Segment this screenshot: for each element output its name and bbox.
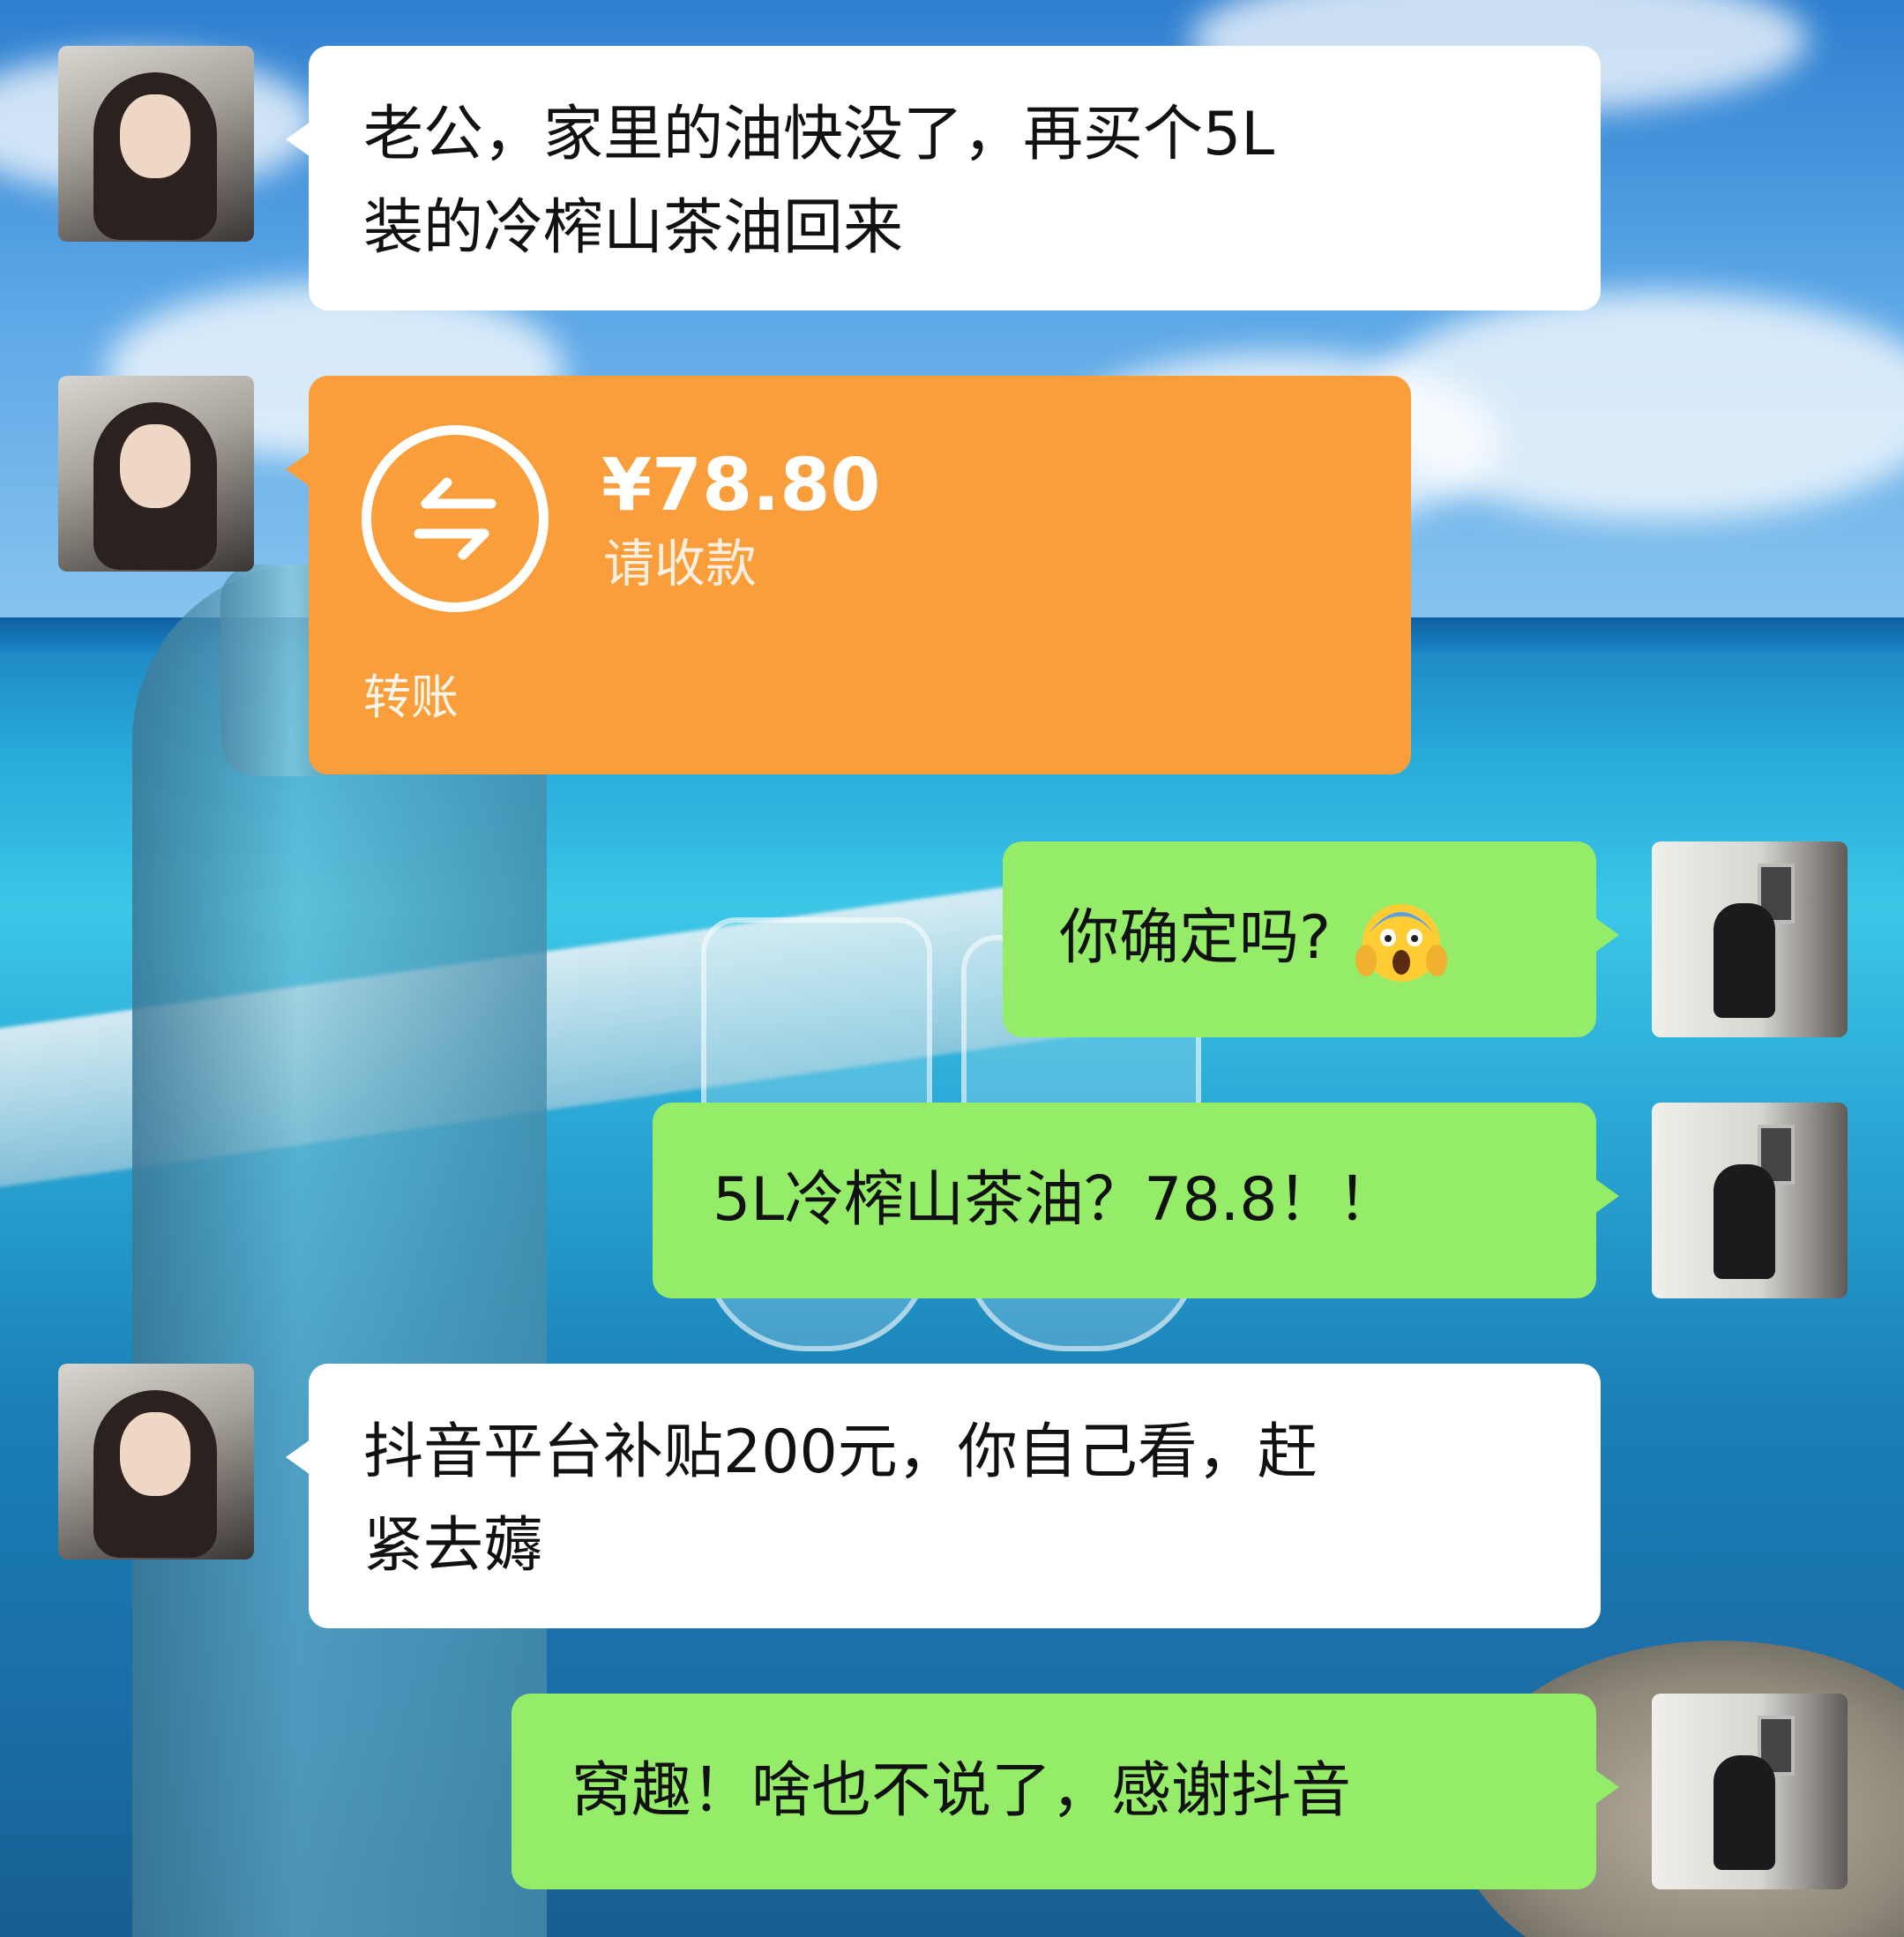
screaming-face-emoji-icon	[1355, 895, 1448, 987]
avatar-face	[120, 94, 190, 178]
contact-avatar[interactable]	[58, 376, 254, 572]
incoming-message-bubble[interactable]: 抖音平台补贴200元，你自己看，赶 紧去薅	[286, 1364, 1601, 1628]
contact-avatar[interactable]	[58, 1364, 254, 1559]
message-text: 老公，家里的油快没了，再买个5L 装的冷榨山茶油回来	[363, 100, 1275, 263]
message-text: 抖音平台补贴200元，你自己看，赶 紧去薅	[363, 1417, 1318, 1581]
avatar-face	[120, 424, 190, 508]
transfer-label: 转账	[363, 669, 459, 725]
message-text: 5L冷榨山茶油？78.8！！	[713, 1165, 1398, 1235]
avatar-person	[1714, 1164, 1775, 1279]
my-avatar[interactable]	[1652, 1694, 1848, 1889]
transfer-arrows-icon	[362, 425, 549, 612]
message-text: 你确定吗?	[1059, 903, 1332, 973]
my-avatar[interactable]	[1652, 1103, 1848, 1298]
contact-avatar[interactable]	[58, 46, 254, 242]
transfer-amount: ¥78.80	[601, 444, 881, 527]
transfer-status: 请收款	[603, 534, 758, 594]
outgoing-message-bubble[interactable]: 窝趣！啥也不说了，感谢抖音	[511, 1694, 1619, 1889]
transfer-card[interactable]: ¥78.80 请收款 转账	[286, 376, 1411, 774]
outgoing-message-bubble[interactable]: 5L冷榨山茶油？78.8！！	[653, 1103, 1619, 1298]
message-text-row: 你确定吗?	[1059, 892, 1448, 987]
message-text: 窝趣！啥也不说了，感谢抖音	[571, 1756, 1352, 1826]
incoming-message-bubble[interactable]: 老公，家里的油快没了，再买个5L 装的冷榨山茶油回来	[286, 46, 1601, 310]
avatar-person	[1714, 1755, 1775, 1870]
avatar-face	[120, 1412, 190, 1496]
avatar-person	[1714, 903, 1775, 1018]
outgoing-message-bubble[interactable]: 你确定吗?	[1003, 841, 1619, 1037]
my-avatar[interactable]	[1652, 841, 1848, 1037]
